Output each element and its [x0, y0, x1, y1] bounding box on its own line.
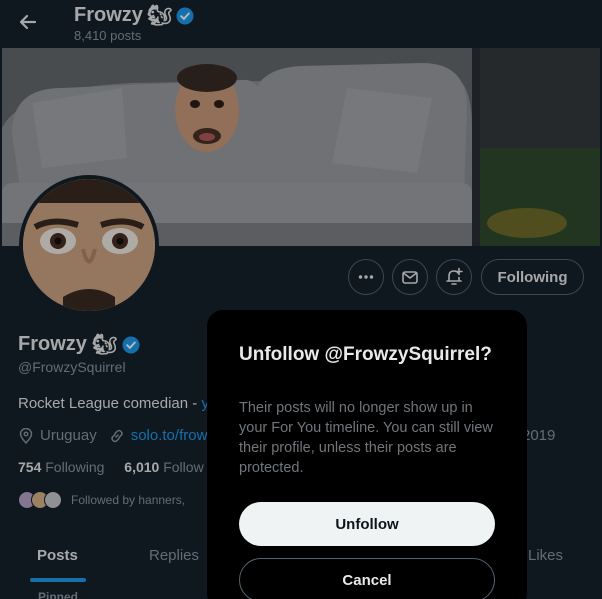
dialog-title: Unfollow @FrowzySquirrel? — [239, 344, 492, 365]
dialog-body: Their posts will no longer show up in yo… — [239, 400, 493, 476]
unfollow-dialog: Unfollow @FrowzySquirrel? Their posts wi… — [207, 310, 527, 599]
cancel-button[interactable]: Cancel — [239, 558, 495, 599]
unfollow-button[interactable]: Unfollow — [239, 502, 495, 546]
